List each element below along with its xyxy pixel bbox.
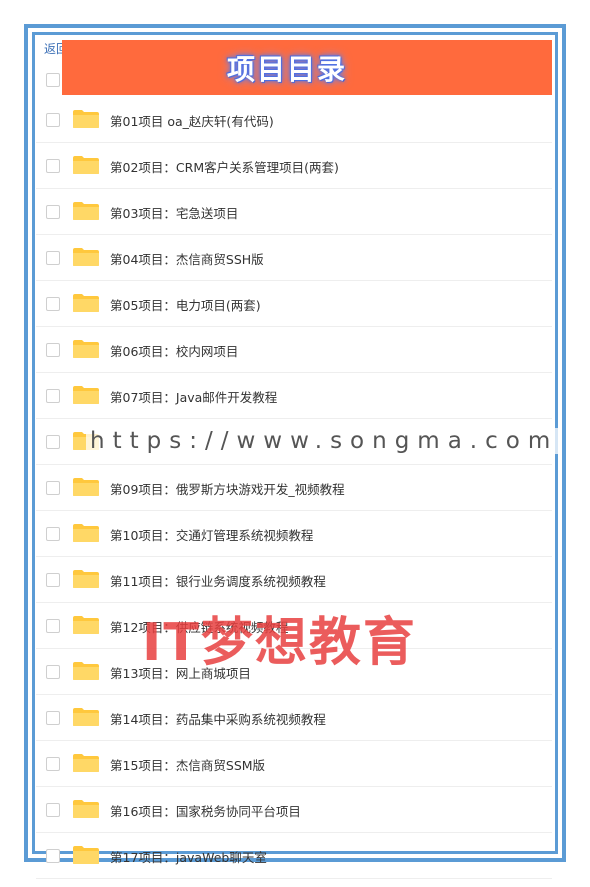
row-checkbox[interactable]: [46, 343, 60, 357]
folder-icon: [73, 754, 99, 772]
list-item[interactable]: 第03项目：宅急送项目: [36, 189, 552, 235]
row-checkbox[interactable]: [46, 803, 60, 817]
row-checkbox[interactable]: [46, 113, 60, 127]
row-checkbox[interactable]: [46, 573, 60, 587]
list-item[interactable]: 第07项目：Java邮件开发教程: [36, 373, 552, 419]
folder-icon: [73, 386, 99, 404]
folder-icon: [73, 616, 99, 634]
row-checkbox[interactable]: [46, 619, 60, 633]
folder-icon: [73, 662, 99, 680]
list-item[interactable]: 第09项目：俄罗斯方块游戏开发_视频教程: [36, 465, 552, 511]
folder-name[interactable]: 第07项目：Java邮件开发教程: [110, 387, 277, 406]
row-checkbox[interactable]: [46, 527, 60, 541]
list-item[interactable]: 第01项目 oa_赵庆轩(有代码): [36, 97, 552, 143]
row-checkbox[interactable]: [46, 665, 60, 679]
folder-name[interactable]: 第01项目 oa_赵庆轩(有代码): [110, 111, 274, 130]
folder-list: 第01项目 oa_赵庆轩(有代码) 第02项目：CRM客户关系管理项目(两套) 第0…: [36, 97, 552, 879]
row-checkbox[interactable]: [46, 481, 60, 495]
row-checkbox[interactable]: [46, 757, 60, 771]
list-item[interactable]: 第02项目：CRM客户关系管理项目(两套): [36, 143, 552, 189]
folder-icon: [73, 248, 99, 266]
watermark-brand: IT梦想教育: [142, 613, 417, 673]
row-checkbox[interactable]: [46, 251, 60, 265]
folder-icon: [73, 708, 99, 726]
watermark-url: https://www.songma.com: [86, 428, 563, 454]
folder-name[interactable]: 第02项目：CRM客户关系管理项目(两套): [110, 157, 339, 176]
folder-icon: [73, 156, 99, 174]
folder-name[interactable]: 第15项目：杰信商贸SSM版: [110, 755, 265, 774]
list-item[interactable]: 第04项目：杰信商贸SSH版: [36, 235, 552, 281]
row-checkbox[interactable]: [46, 389, 60, 403]
folder-name[interactable]: 第16项目：国家税务协同平台项目: [110, 801, 301, 820]
folder-name[interactable]: 第06项目：校内网项目: [110, 341, 238, 360]
folder-name[interactable]: 第03项目：宅急送项目: [110, 203, 238, 222]
row-checkbox[interactable]: [46, 849, 60, 863]
select-all-checkbox[interactable]: [46, 73, 60, 87]
folder-name[interactable]: 第14项目：药品集中采购系统视频教程: [110, 709, 326, 728]
list-item[interactable]: 第14项目：药品集中采购系统视频教程: [36, 695, 552, 741]
folder-name[interactable]: 第05项目：电力项目(两套): [110, 295, 261, 314]
list-item[interactable]: 第16项目：国家税务协同平台项目: [36, 787, 552, 833]
folder-name[interactable]: 第04项目：杰信商贸SSH版: [110, 249, 264, 268]
banner-title: 项目目录: [226, 52, 347, 86]
list-item[interactable]: 第11项目：银行业务调度系统视频教程: [36, 557, 552, 603]
folder-icon: [73, 846, 99, 864]
list-item[interactable]: 第17项目：javaWeb聊天室: [36, 833, 552, 879]
folder-icon: [73, 570, 99, 588]
list-item[interactable]: 第06项目：校内网项目: [36, 327, 552, 373]
folder-icon: [73, 294, 99, 312]
row-checkbox[interactable]: [46, 711, 60, 725]
folder-name[interactable]: 第10项目：交通灯管理系统视频教程: [110, 525, 313, 544]
row-checkbox[interactable]: [46, 159, 60, 173]
row-checkbox[interactable]: [46, 205, 60, 219]
title-banner: 项目目录: [62, 40, 552, 95]
folder-name[interactable]: 第17项目：javaWeb聊天室: [110, 847, 267, 866]
folder-icon: [73, 800, 99, 818]
list-item[interactable]: 第05项目：电力项目(两套): [36, 281, 552, 327]
row-checkbox[interactable]: [46, 435, 60, 449]
folder-icon: [73, 478, 99, 496]
folder-icon: [73, 340, 99, 358]
row-checkbox[interactable]: [46, 297, 60, 311]
folder-name[interactable]: 第09项目：俄罗斯方块游戏开发_视频教程: [110, 479, 345, 498]
folder-icon: [73, 524, 99, 542]
folder-icon: [73, 202, 99, 220]
list-item[interactable]: 第15项目：杰信商贸SSM版: [36, 741, 552, 787]
list-item[interactable]: 第10项目：交通灯管理系统视频教程: [36, 511, 552, 557]
folder-name[interactable]: 第11项目：银行业务调度系统视频教程: [110, 571, 326, 590]
folder-icon: [73, 110, 99, 128]
